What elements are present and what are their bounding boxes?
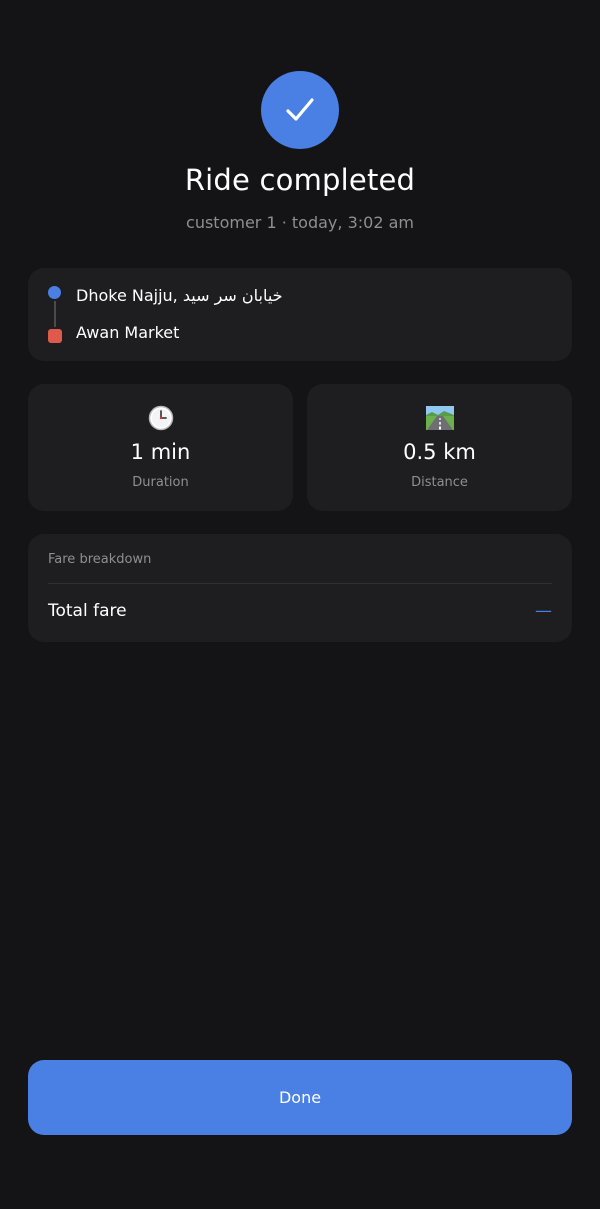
dropoff-marker-icon: [48, 329, 62, 343]
pickup-marker-icon: [48, 286, 61, 299]
route-card: Dhoke Najju, خیابان سر سید Awan Market: [28, 268, 572, 361]
divider: [48, 583, 552, 584]
duration-value: 1 min: [130, 440, 191, 464]
page-title: Ride completed: [184, 163, 416, 197]
total-fare-value: —: [535, 601, 552, 621]
ride-meta: customer 1 · today, 3:02 am: [186, 213, 414, 232]
distance-label: Distance: [411, 475, 468, 490]
fare-card: Fare breakdown Total fare —: [28, 534, 572, 642]
road-icon: [307, 404, 572, 432]
duration-card: 1 min Duration: [28, 384, 293, 511]
dropoff-location: Awan Market: [76, 323, 180, 342]
ride-completed-badge: [261, 71, 339, 149]
done-button[interactable]: Done: [28, 1060, 572, 1135]
pickup-location: Dhoke Najju, خیابان سر سید: [76, 286, 283, 305]
clock-icon: [28, 404, 293, 432]
route-connector: [54, 301, 56, 327]
distance-card: 0.5 km Distance: [307, 384, 572, 511]
distance-value: 0.5 km: [403, 440, 476, 464]
duration-label: Duration: [132, 475, 189, 490]
check-icon: [285, 97, 315, 123]
fare-breakdown-heading: Fare breakdown: [48, 552, 152, 567]
total-fare-label: Total fare: [48, 601, 127, 621]
